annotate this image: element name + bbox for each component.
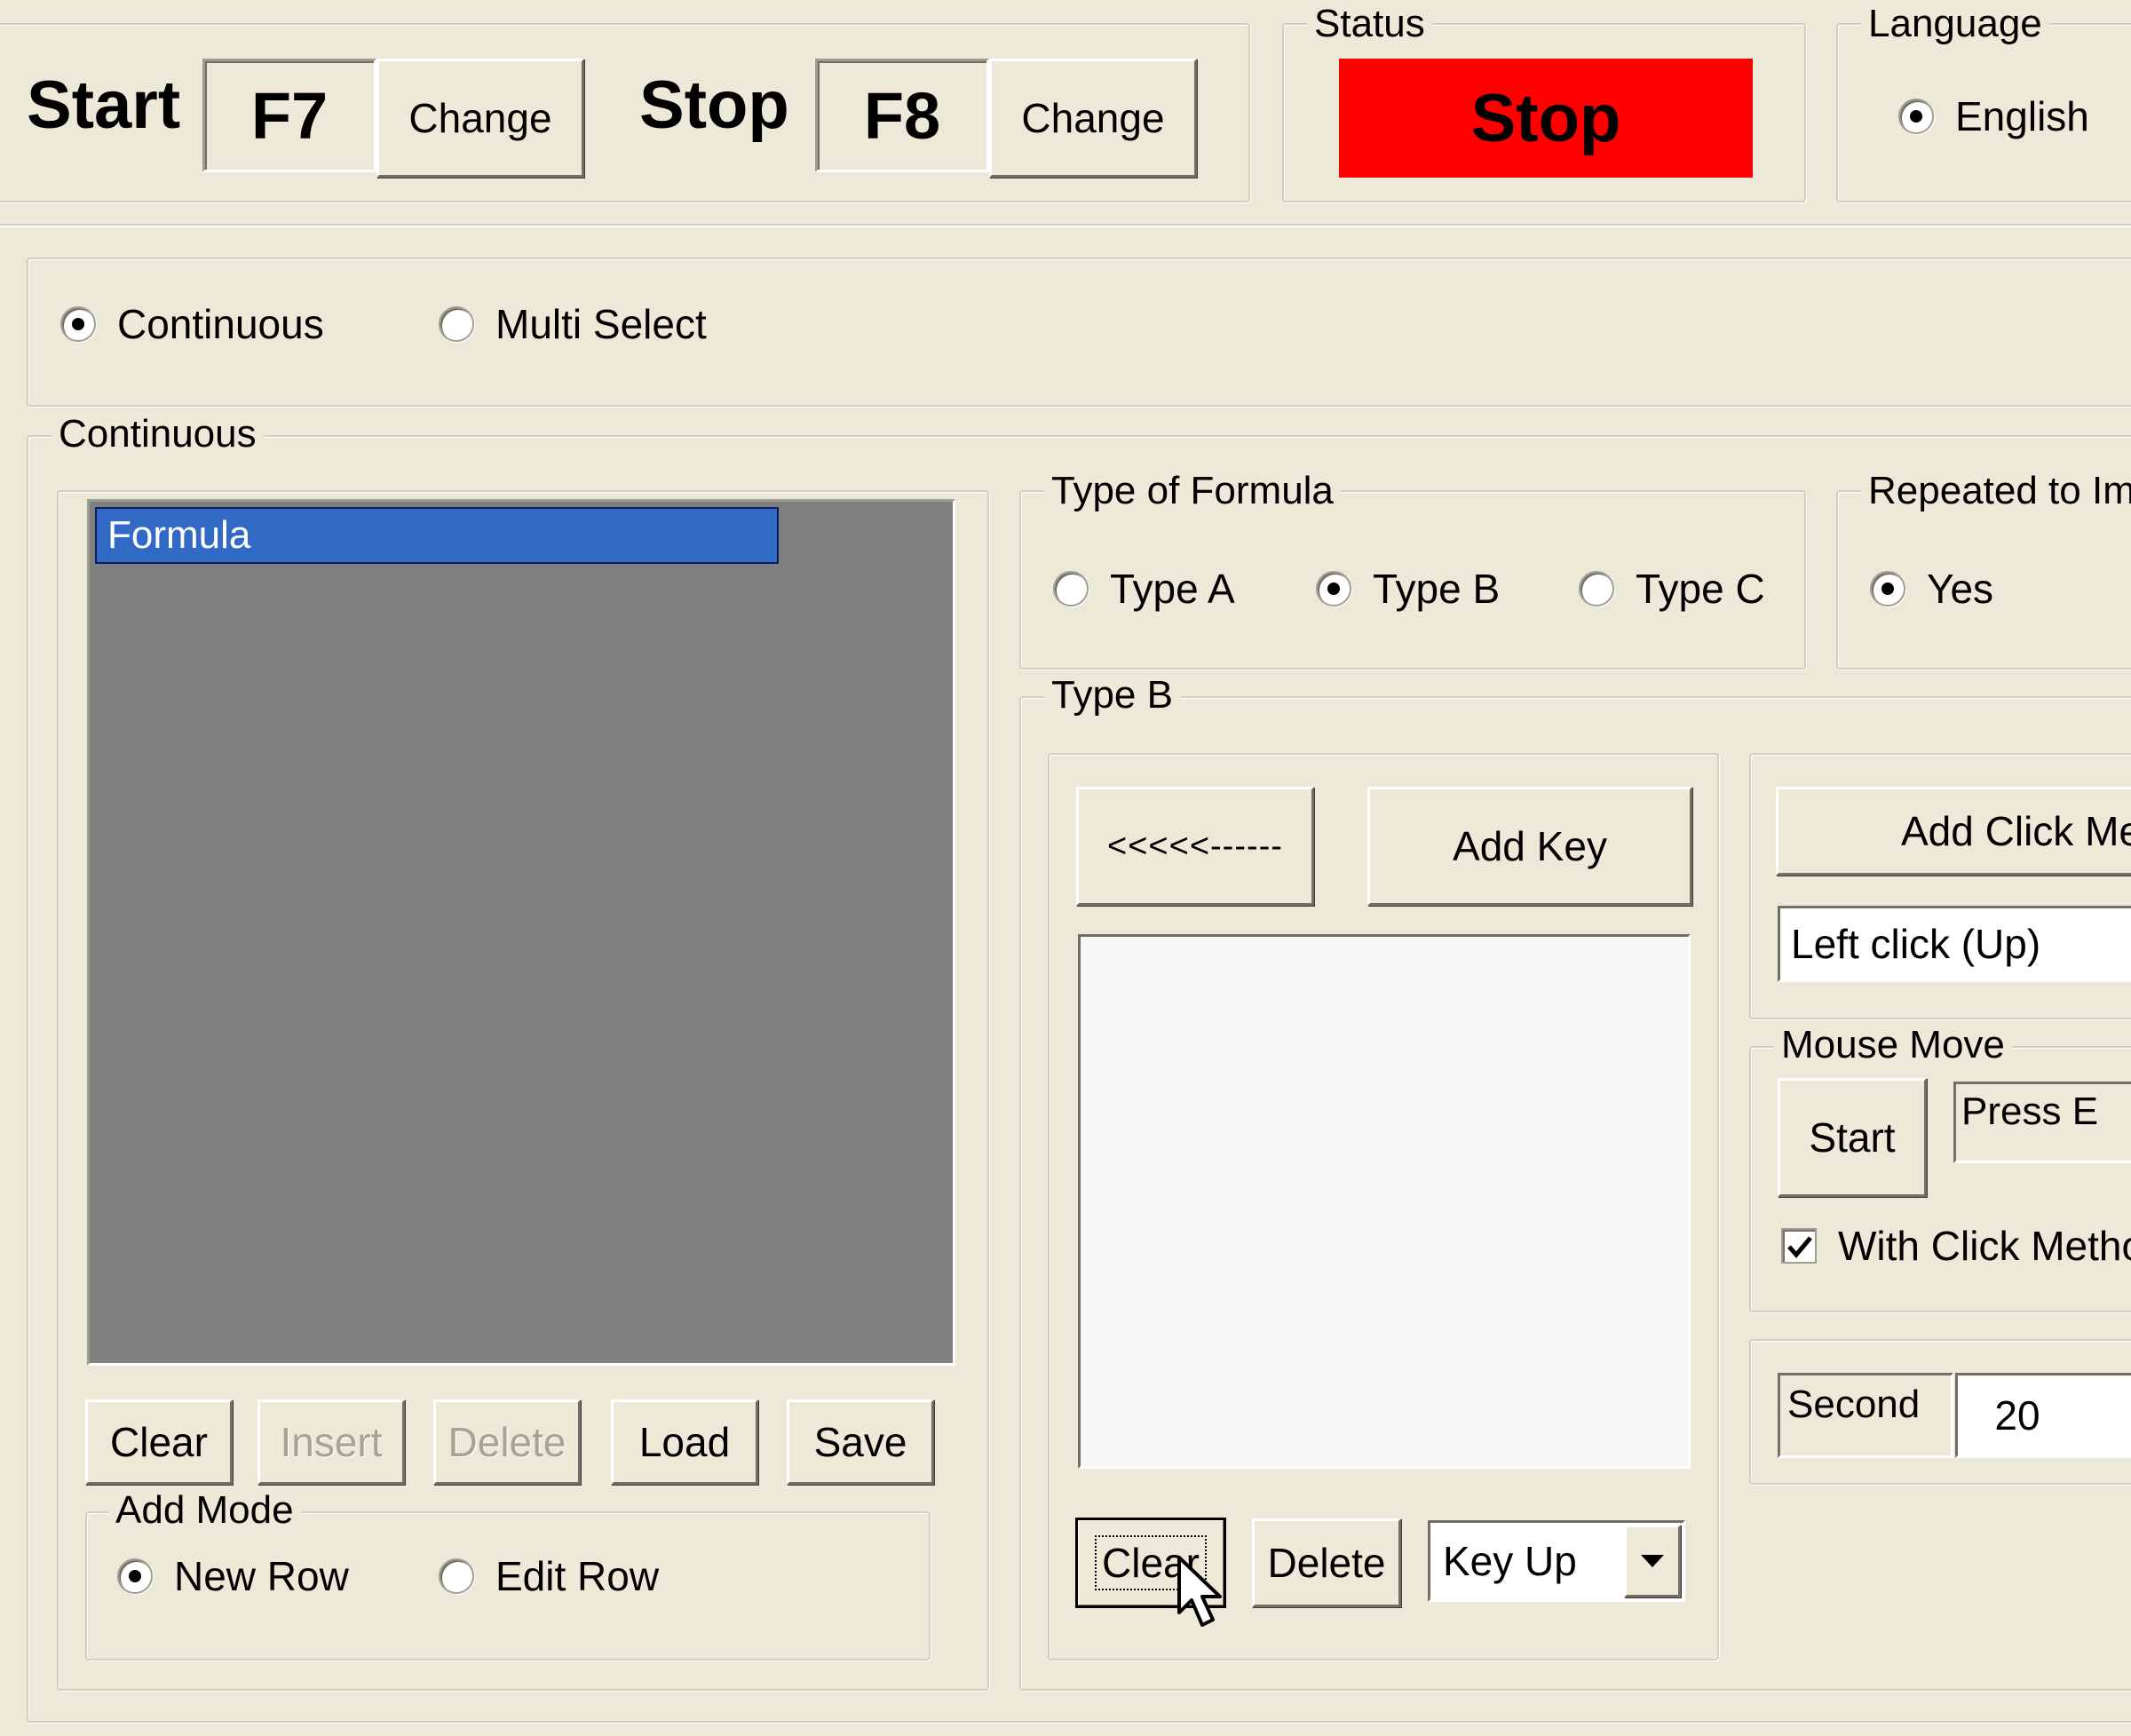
status-indicator: Stop [1339, 59, 1753, 178]
continuous-legend: Continuous [51, 412, 264, 456]
second-value: 20 [1994, 1392, 2040, 1439]
mode-multi-select-radio[interactable]: Multi Select [439, 300, 707, 348]
start-label: Start [27, 67, 181, 143]
mouse-move-legend: Mouse Move [1774, 1023, 2012, 1067]
load-button[interactable]: Load [611, 1399, 758, 1485]
radio-indicator[interactable] [439, 1558, 474, 1594]
mode-continuous-label: Continuous [117, 301, 324, 347]
radio-indicator[interactable] [1053, 571, 1089, 606]
stop-hotkey-field[interactable]: F8 [815, 59, 989, 172]
mode-group [27, 258, 2131, 407]
checkmark-icon [1787, 1236, 1812, 1258]
type-a-radio[interactable]: Type A [1053, 565, 1235, 613]
start-hotkey-field[interactable]: F7 [202, 59, 376, 172]
radio-indicator[interactable] [439, 306, 474, 342]
chevron-down-icon[interactable] [1624, 1525, 1681, 1597]
second-label-box: Second [1778, 1373, 1953, 1458]
edit-row-radio[interactable]: Edit Row [439, 1552, 659, 1600]
insert-button[interactable]: Insert [257, 1399, 405, 1485]
new-row-radio[interactable]: New Row [117, 1552, 349, 1600]
press-hint-label: Press E [1961, 1090, 2099, 1133]
language-english-radio[interactable]: English [1898, 92, 2089, 140]
radio-indicator[interactable] [1898, 99, 1934, 134]
click-type-select[interactable]: Left click (Up) [1778, 906, 2131, 982]
repeated-yes-radio[interactable]: Yes [1870, 565, 1993, 613]
status-value: Stop [1470, 80, 1621, 156]
second-input[interactable]: 20 [1955, 1373, 2131, 1458]
type-c-radio[interactable]: Type C [1579, 565, 1765, 613]
second-label: Second [1787, 1383, 1921, 1426]
save-button[interactable]: Save [787, 1399, 934, 1485]
change-stop-hotkey-button[interactable]: Change [989, 59, 1197, 178]
mode-multi-select-label: Multi Select [495, 301, 707, 347]
radio-indicator[interactable] [1579, 571, 1614, 606]
type-c-label: Type C [1636, 566, 1765, 612]
status-legend: Status [1307, 2, 1432, 46]
new-row-label: New Row [174, 1553, 349, 1599]
repeated-legend: Repeated to Im [1861, 469, 2131, 513]
formula-list[interactable]: Formula [87, 499, 955, 1366]
type-b-legend: Type B [1044, 673, 1180, 717]
change-start-hotkey-button[interactable]: Change [376, 59, 584, 178]
key-list[interactable] [1078, 934, 1691, 1469]
press-hint-field: Press E [1953, 1082, 2131, 1163]
radio-indicator[interactable] [1870, 571, 1905, 606]
clear-list-button[interactable]: Clear [85, 1399, 233, 1485]
mode-continuous-radio[interactable]: Continuous [60, 300, 324, 348]
key-type-value: Key Up [1443, 1538, 1577, 1584]
type-b-label: Type B [1373, 566, 1501, 612]
separator [0, 224, 2131, 227]
repeated-yes-label: Yes [1927, 566, 1994, 612]
mouse-move-start-button[interactable]: Start [1778, 1078, 1927, 1197]
add-mode-legend: Add Mode [108, 1488, 301, 1533]
key-type-select[interactable]: Key Up [1428, 1520, 1685, 1602]
mouse-cursor-icon [1177, 1556, 1222, 1627]
add-key-button[interactable]: Add Key [1367, 787, 1692, 906]
language-legend: Language [1861, 2, 2049, 46]
radio-indicator[interactable] [60, 306, 96, 342]
type-b-radio[interactable]: Type B [1316, 565, 1500, 613]
add-click-method-button[interactable]: Add Click Me [1776, 787, 2131, 876]
radio-indicator[interactable] [1316, 571, 1351, 606]
with-click-method-checkbox[interactable]: With Click Metho [1781, 1222, 2131, 1270]
type-a-label: Type A [1110, 566, 1235, 612]
delete-row-button[interactable]: Delete [433, 1399, 581, 1485]
edit-row-label: Edit Row [495, 1553, 660, 1599]
click-type-value: Left click (Up) [1791, 921, 2041, 967]
with-click-method-label: With Click Metho [1838, 1223, 2131, 1269]
stop-label: Stop [639, 67, 789, 143]
move-left-button[interactable]: <<<<<------ [1076, 787, 1314, 906]
delete-key-button[interactable]: Delete [1252, 1518, 1401, 1607]
list-item-label: Formula [107, 513, 251, 557]
formula-type-legend: Type of Formula [1044, 469, 1341, 513]
checkbox-indicator[interactable] [1781, 1228, 1817, 1264]
list-item[interactable]: Formula [95, 507, 779, 564]
language-english-label: English [1955, 93, 2089, 139]
radio-indicator[interactable] [117, 1558, 153, 1594]
